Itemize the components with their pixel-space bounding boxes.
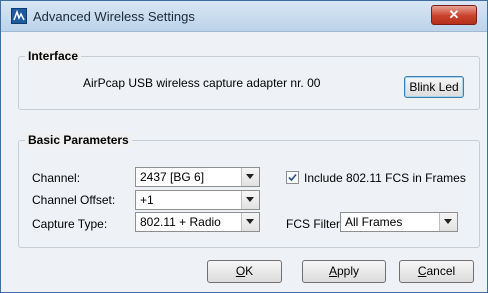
title-bar[interactable]: Advanced Wireless Settings ✕: [1, 1, 487, 32]
close-icon: ✕: [448, 7, 460, 22]
window-title: Advanced Wireless Settings: [33, 9, 195, 24]
basic-parameters-group-title: Basic Parameters: [25, 133, 132, 147]
include-fcs-checkbox[interactable]: [286, 171, 299, 184]
capture-type-select[interactable]: 802.11 + Radio: [135, 212, 260, 232]
cancel-button[interactable]: Cancel: [399, 260, 474, 283]
checkmark-icon: [288, 173, 297, 182]
fcs-filter-value: All Frames: [345, 215, 403, 229]
blink-led-button[interactable]: Blink Led: [404, 76, 464, 98]
channel-offset-label: Channel Offset:: [32, 193, 116, 207]
apply-mnemonic: A: [328, 264, 337, 278]
capture-type-value: 802.11 + Radio: [140, 215, 221, 229]
airpcap-app-icon: [11, 8, 27, 24]
channel-label: Channel:: [32, 171, 81, 185]
channel-value: 2437 [BG 6]: [140, 170, 205, 184]
chevron-down-icon[interactable]: [241, 168, 259, 186]
interface-group-title: Interface: [25, 49, 82, 63]
channel-offset-value: +1: [140, 193, 154, 207]
channel-select[interactable]: 2437 [BG 6]: [135, 167, 260, 187]
chevron-down-icon[interactable]: [241, 213, 259, 231]
close-button[interactable]: ✕: [431, 5, 477, 25]
apply-label-rest: pply: [337, 264, 360, 278]
adapter-description: AirPcap USB wireless capture adapter nr.…: [83, 76, 321, 90]
ok-button[interactable]: OK: [207, 260, 282, 283]
apply-button[interactable]: Apply: [302, 260, 386, 283]
fcs-filter-select[interactable]: All Frames: [340, 212, 458, 232]
include-fcs-label[interactable]: Include 802.11 FCS in Frames: [304, 171, 466, 185]
cancel-label-rest: ancel: [426, 264, 456, 278]
channel-offset-select[interactable]: +1: [135, 190, 260, 210]
ok-label-rest: K: [245, 264, 254, 278]
ok-mnemonic: O: [235, 264, 246, 278]
fcs-filter-label: FCS Filter:: [286, 217, 344, 231]
chevron-down-icon[interactable]: [241, 191, 259, 209]
capture-type-label: Capture Type:: [32, 217, 108, 231]
chevron-down-icon[interactable]: [439, 213, 457, 231]
